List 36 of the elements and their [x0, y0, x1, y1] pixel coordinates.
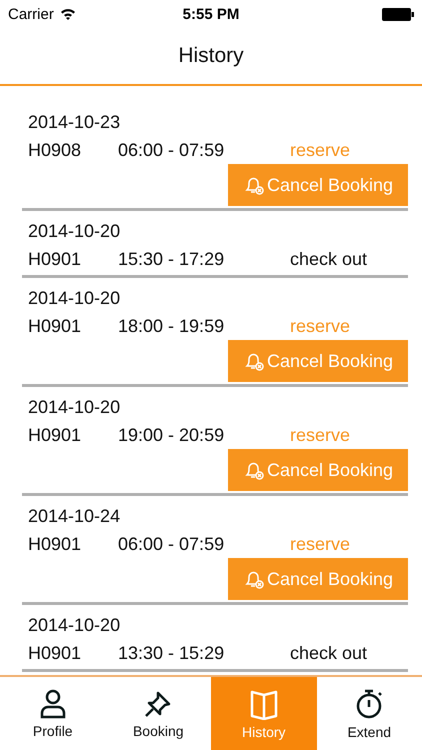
- booking-date: 2014-10-20: [27, 614, 122, 637]
- booking-status: check out: [290, 642, 368, 665]
- tab-bar-item[interactable]: History: [211, 677, 316, 750]
- room-code: H0901: [28, 533, 82, 556]
- stopwatch-icon: [354, 688, 384, 720]
- carrier-name: Carrier: [8, 6, 54, 22]
- booking-date: 2014-10-24: [27, 505, 122, 528]
- booking-date: 2014-10-20: [27, 287, 122, 310]
- booking-status: reserve: [290, 533, 350, 556]
- cancel-booking-button[interactable]: Cancel Booking: [228, 340, 408, 382]
- booking-status: reserve: [290, 424, 350, 447]
- booking-date: 2014-10-20: [27, 396, 122, 419]
- screen-title: History: [178, 44, 244, 68]
- booking-status: reserve: [290, 315, 350, 338]
- time-range: 06:00 - 07:59: [118, 139, 226, 162]
- battery-icon: [382, 8, 414, 20]
- time-range: 15:30 - 17:29: [118, 248, 226, 271]
- room-code: H0901: [28, 642, 82, 665]
- clock-time: 5:55 PM: [182, 6, 240, 22]
- booking-status: check out: [290, 248, 368, 271]
- time-range: 19:00 - 20:59: [118, 424, 226, 447]
- booking-date: 2014-10-23: [27, 111, 122, 134]
- cancel-booking-button[interactable]: Cancel Booking: [228, 164, 408, 206]
- booking-date: 2014-10-20: [27, 220, 122, 243]
- time-range: 13:30 - 15:29: [118, 642, 226, 665]
- room-code: H0908: [28, 139, 82, 162]
- wifi-icon: [60, 8, 76, 20]
- room-code: H0901: [28, 424, 82, 447]
- cancel-booking-button[interactable]: Cancel Booking: [228, 449, 408, 491]
- room-code: H0901: [28, 315, 82, 338]
- booking-status: reserve: [290, 139, 350, 162]
- cancel-booking-button[interactable]: Cancel Booking: [228, 558, 408, 600]
- time-range: 06:00 - 07:59: [118, 533, 226, 556]
- time-range: 18:00 - 19:59: [118, 315, 226, 338]
- room-code: H0901: [28, 248, 82, 271]
- person-icon: [38, 688, 67, 718]
